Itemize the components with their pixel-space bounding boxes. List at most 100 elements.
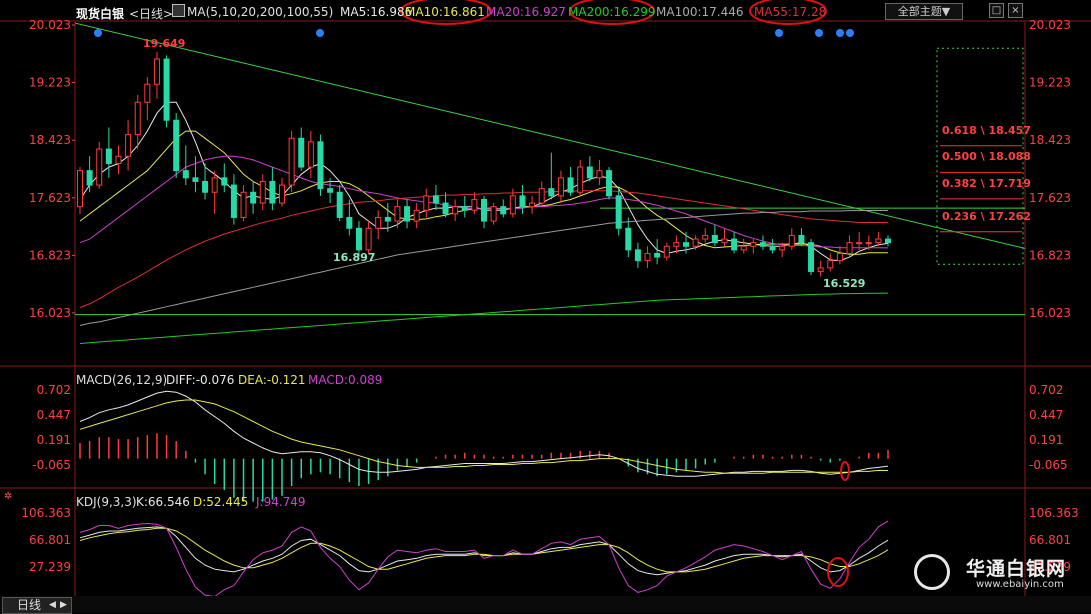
- candle-up: [77, 170, 83, 208]
- low-label-oct: 16.897: [333, 251, 376, 264]
- candle-down: [500, 206, 507, 215]
- candle-up: [663, 245, 670, 258]
- candle-down: [346, 216, 353, 229]
- macd-dea-line: [79, 399, 889, 474]
- candle-up: [750, 242, 757, 247]
- macd-tick-left: -0.065: [32, 458, 71, 472]
- low-label-dec: 16.529: [823, 277, 866, 290]
- settings-dot-icon[interactable]: ✲: [4, 491, 12, 502]
- candle-up: [856, 242, 863, 245]
- candle-down: [442, 202, 449, 215]
- fib-0500: 0.500 \ 18.088: [942, 150, 1031, 163]
- candle-up: [96, 148, 103, 186]
- price-tick-right: 18.423: [1029, 133, 1071, 147]
- candle-down: [250, 191, 257, 204]
- candle-up: [875, 238, 882, 244]
- ma200-value: MA200:16.299: [568, 5, 656, 19]
- candle-up: [375, 216, 382, 229]
- event-dot-icon: [94, 29, 102, 37]
- watermark-name: 华通白银网: [966, 558, 1067, 580]
- candle-up: [125, 134, 132, 157]
- watermark-logo: 华通白银网 www.ebaiyin.com: [910, 552, 1090, 596]
- candle-up: [538, 188, 545, 204]
- tab-right-arrow-icon[interactable]: ▶: [60, 598, 67, 613]
- chart-canvas: 16.023 16.023 16.823 16.823 17.623 17.623 18.4…: [0, 0, 1091, 611]
- footer-tab-daily[interactable]: 日线 ◀ ▶: [2, 597, 72, 614]
- line-ma10: [79, 130, 888, 255]
- candle-down: [461, 206, 468, 211]
- candle-down: [384, 216, 391, 222]
- macd-value: MACD:0.089: [308, 373, 383, 387]
- candle-up: [365, 227, 372, 251]
- price-tick-left: 17.623: [29, 191, 71, 205]
- candle-down: [336, 191, 343, 218]
- chart-type-icon[interactable]: [172, 4, 185, 17]
- candle-up: [144, 83, 151, 103]
- candle-up: [413, 209, 420, 222]
- macd-dea: DEA:-0.121: [238, 373, 306, 387]
- kdj-tick-left: 66.801: [29, 533, 71, 547]
- candle-up: [134, 101, 141, 136]
- candle-up: [279, 184, 285, 204]
- candle-down: [317, 141, 324, 190]
- candle-down: [86, 170, 93, 186]
- ma20-value: MA20:16.927: [486, 5, 566, 19]
- candle-down: [192, 177, 199, 182]
- macd-diff: DIFF:-0.076: [166, 373, 235, 387]
- candle-down: [173, 119, 180, 172]
- candle-down: [327, 188, 334, 193]
- candle-down: [885, 238, 891, 244]
- candle-down: [654, 252, 661, 258]
- close-button[interactable]: ×: [1008, 3, 1023, 18]
- price-tick-right: 16.823: [1029, 248, 1071, 262]
- candle-up: [240, 191, 247, 218]
- candle-up: [644, 252, 651, 262]
- candle-down: [731, 238, 738, 251]
- fib-0382: 0.382 \ 17.719: [942, 177, 1031, 190]
- footer-bar: [0, 596, 1091, 613]
- restore-button[interactable]: □: [989, 3, 1004, 18]
- candle-up: [827, 260, 834, 269]
- fib-0618: 0.618 \ 18.457: [942, 124, 1031, 137]
- price-tick-left: 19.223: [29, 76, 71, 90]
- line-ma200: [79, 292, 889, 344]
- candle-up: [557, 177, 564, 197]
- candle-down: [711, 234, 718, 244]
- price-tick-right: 16.023: [1029, 306, 1071, 320]
- fib-0236: 0.236 \ 17.262: [942, 210, 1031, 223]
- candle-up: [509, 195, 516, 215]
- candle-up: [692, 238, 699, 247]
- candle-down: [105, 148, 112, 164]
- highlight-circle-macd: [840, 461, 850, 481]
- event-dot-icon: [846, 29, 854, 37]
- kdj-j-line: [79, 520, 889, 598]
- candle-down: [163, 58, 170, 121]
- period-label[interactable]: <日线>: [129, 5, 173, 22]
- event-dot-icon: [815, 29, 823, 37]
- logo-emblem-icon: [914, 554, 950, 590]
- theme-dropdown[interactable]: 全部主题▼: [885, 3, 963, 20]
- high-label: 19.649: [143, 37, 186, 50]
- candle-up: [153, 58, 160, 85]
- kdj-panel: [79, 520, 889, 598]
- candle-down: [230, 184, 237, 218]
- trendlines: [74, 22, 1026, 316]
- candle-up: [394, 206, 401, 222]
- candle-down: [808, 242, 815, 272]
- candle-up: [740, 245, 747, 251]
- candle-down: [182, 170, 189, 179]
- ma100-value: MA100:17.446: [656, 5, 744, 19]
- event-dot-icon: [836, 29, 844, 37]
- kdj-d-line: [79, 527, 889, 573]
- candle-down: [567, 177, 574, 193]
- candle-down: [586, 166, 593, 179]
- macd-title: MACD(26,12,9): [76, 373, 168, 387]
- tab-left-arrow-icon[interactable]: ◀: [49, 598, 56, 613]
- candle-up: [452, 206, 459, 215]
- price-tick-right: 17.623: [1029, 191, 1071, 205]
- kdj-k: K:66.546: [136, 495, 190, 509]
- candle-up: [788, 234, 795, 247]
- candle-down: [615, 195, 622, 229]
- candle-down: [202, 180, 209, 193]
- candle-down: [769, 245, 776, 251]
